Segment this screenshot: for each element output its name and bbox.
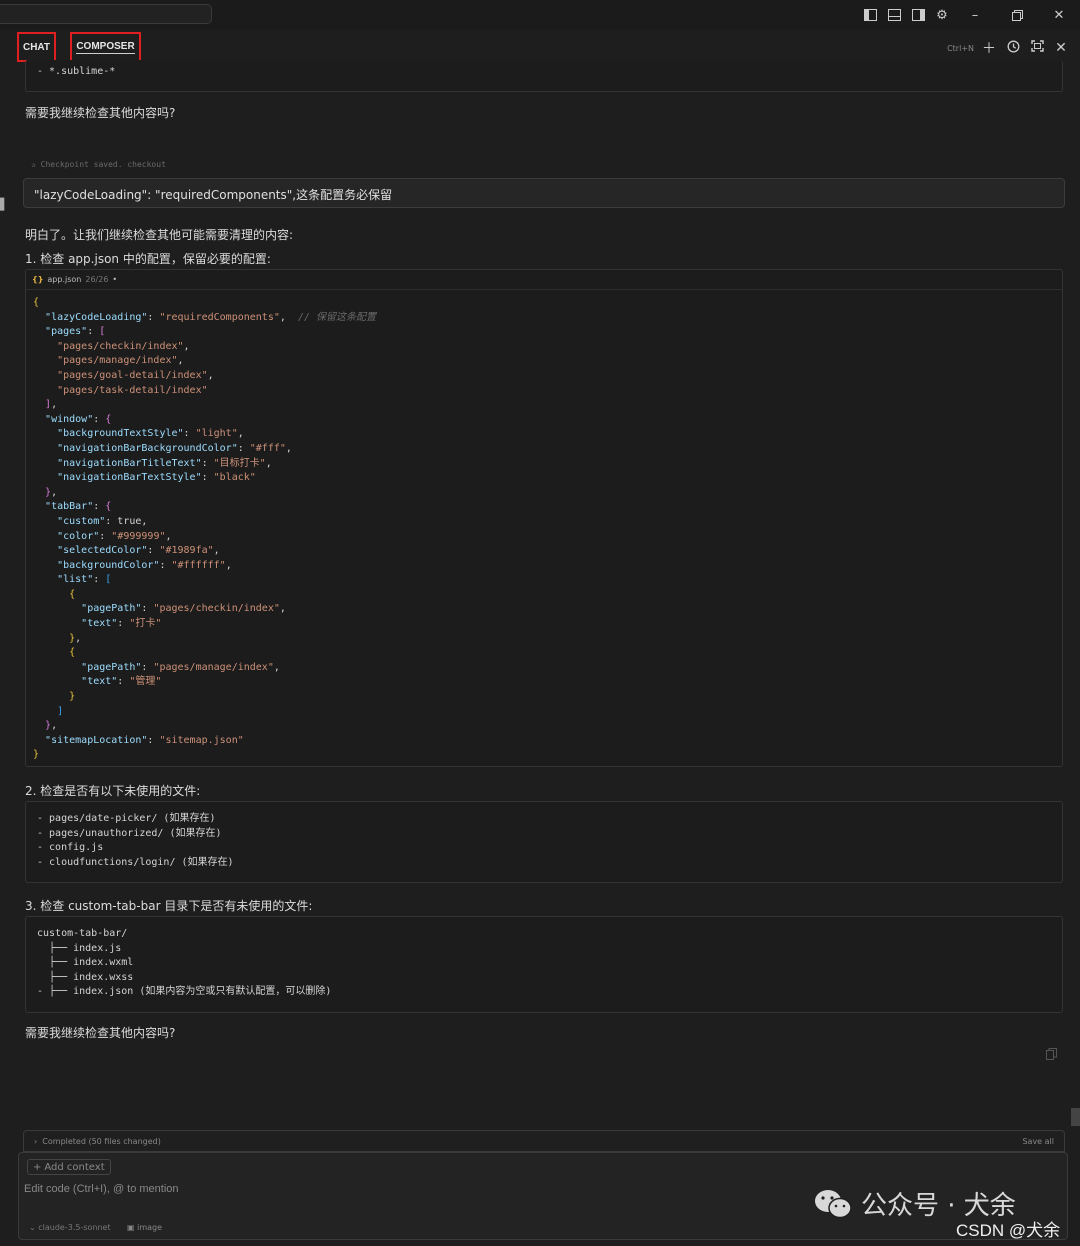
tab-composer[interactable]: COMPOSER <box>70 32 141 62</box>
plus-icon[interactable]: ＋ <box>980 38 998 58</box>
step-2-text: 2. 检查是否有以下未使用的文件: <box>25 784 201 798</box>
completed-status-bar[interactable]: › Completed (50 files changed) Save all <box>23 1130 1065 1152</box>
image-label: image <box>137 1223 163 1232</box>
modified-dot: • <box>112 275 118 284</box>
list-item: - pages/unauthorized/ (如果存在) <box>37 827 222 839</box>
json-file-icon: {} <box>32 275 44 284</box>
checkpoint-status[interactable]: ✰ Checkpoint saved. checkout <box>31 160 166 169</box>
chevron-right-icon: › <box>34 1136 38 1146</box>
list-item: - cloudfunctions/login/ (如果存在) <box>37 856 234 868</box>
tree-line: - ├── index.json (如果内容为空或只有默认配置，可以删除) <box>37 986 332 998</box>
code-block-app-json: {} app.json 26/26 • { "lazyCodeLoading":… <box>25 269 1063 767</box>
code-block-partial: - *.sublime-* <box>25 60 1063 92</box>
chat-tabs-bar: CHAT COMPOSER Ctrl+N ＋ ✕ <box>0 30 1080 64</box>
image-icon: ▣ <box>127 1223 135 1232</box>
tab-chat-label: CHAT <box>22 41 51 53</box>
image-button[interactable]: ▣ image <box>127 1223 162 1232</box>
new-chat-shortcut: Ctrl+N <box>947 43 974 53</box>
close-icon[interactable]: ✕ <box>1038 0 1080 30</box>
editor-edge-marker: ▌ <box>0 198 9 211</box>
tab-actions: Ctrl+N ＋ ✕ <box>947 38 1070 58</box>
file-name: app.json <box>47 275 82 284</box>
title-bar-controls: ⚙ – ✕ <box>858 0 1080 30</box>
user-message-text: "lazyCodeLoading": "requiredComponents",… <box>34 188 393 202</box>
gear-icon[interactable]: ⚙ <box>930 0 954 30</box>
minimize-icon[interactable]: – <box>954 0 996 30</box>
history-icon[interactable] <box>1004 40 1022 57</box>
tree-line: ├── index.wxss <box>37 971 134 983</box>
completed-status: › Completed (50 files changed) <box>34 1137 161 1146</box>
tab-chat[interactable]: CHAT <box>17 32 56 62</box>
model-selector[interactable]: ⌄ claude-3.5-sonnet <box>29 1223 111 1232</box>
code-block-unused-files: - pages/date-picker/ (如果存在) - pages/unaut… <box>25 801 1063 883</box>
tree-line: ├── index.wxml <box>37 957 134 969</box>
tree-line: custom-tab-bar/ <box>37 928 128 939</box>
command-center[interactable] <box>0 4 212 24</box>
assistant-intro: 明白了。让我们继续检查其他可能需要清理的内容: <box>25 228 294 242</box>
checkpoint-label: Checkpoint saved. checkout <box>40 160 166 169</box>
code-content: { "lazyCodeLoading": "requiredComponents… <box>33 297 376 761</box>
layout-panel-icon[interactable] <box>882 0 906 30</box>
tab-composer-label: COMPOSER <box>76 40 135 54</box>
title-bar: ⚙ – ✕ <box>0 0 1080 30</box>
csdn-watermark: CSDN @犬余 <box>956 1221 1061 1240</box>
scrollbar-thumb[interactable] <box>1071 1108 1080 1126</box>
line-count: 26/26 <box>85 275 109 284</box>
list-item: - pages/date-picker/ (如果存在) <box>37 813 216 824</box>
copy-icon[interactable] <box>1046 1048 1060 1062</box>
layout-sidebar-left-icon[interactable] <box>858 0 882 30</box>
close-panel-icon[interactable]: ✕ <box>1052 40 1070 56</box>
assistant-paragraph-final: 需要我继续检查其他内容吗? <box>25 1026 176 1040</box>
step-3-text: 3. 检查 custom-tab-bar 目录下是否有未使用的文件: <box>25 899 313 913</box>
code-block-header[interactable]: {} app.json 26/26 • <box>26 270 1062 290</box>
layout-sidebar-right-icon[interactable] <box>906 0 930 30</box>
restore-icon[interactable] <box>996 0 1038 30</box>
tree-line: ├── index.js <box>37 942 122 954</box>
completed-label: Completed (50 files changed) <box>42 1136 161 1146</box>
save-all-button[interactable]: Save all <box>1022 1137 1054 1146</box>
code-block-tree: custom-tab-bar/ ├── index.js ├── index.w… <box>25 916 1063 1013</box>
model-name: claude-3.5-sonnet <box>38 1223 111 1232</box>
user-message[interactable]: "lazyCodeLoading": "requiredComponents",… <box>23 178 1065 208</box>
code-line: - *.sublime-* <box>37 66 116 77</box>
unused-files-list: - pages/date-picker/ (如果存在) - pages/unaut… <box>37 812 234 870</box>
add-context-label: Add context <box>44 1161 105 1173</box>
add-context-button[interactable]: + Add context <box>27 1159 111 1175</box>
maximize-icon[interactable] <box>1028 40 1046 56</box>
plus-icon: + <box>33 1161 42 1173</box>
pin-icon: ✰ <box>31 160 36 169</box>
wechat-logo-icon <box>813 1188 853 1220</box>
directory-tree: custom-tab-bar/ ├── index.js ├── index.w… <box>37 927 331 1000</box>
chevron-down-icon: ⌄ <box>29 1223 36 1232</box>
list-item: - config.js <box>37 842 104 854</box>
composer-input[interactable] <box>24 1183 724 1195</box>
assistant-paragraph: 需要我继续检查其他内容吗? <box>25 106 176 120</box>
step-1-text: 1. 检查 app.json 中的配置，保留必要的配置: <box>25 252 271 266</box>
